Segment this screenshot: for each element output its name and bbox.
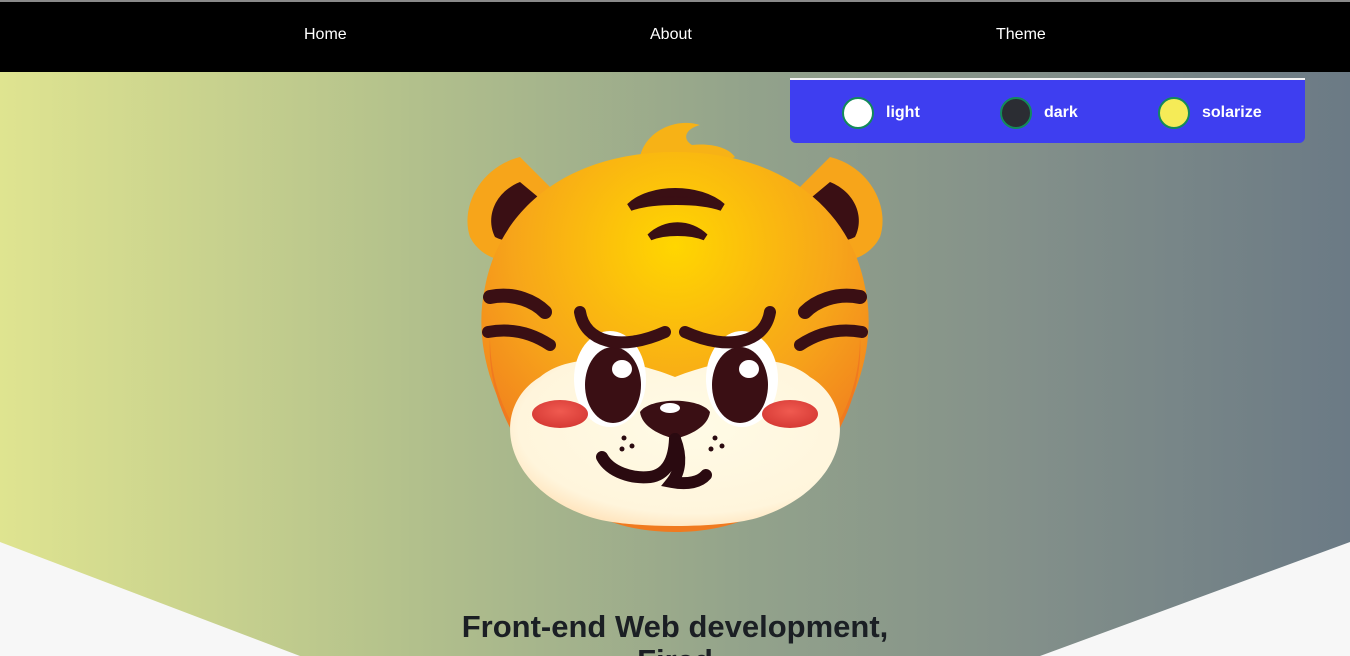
top-navbar: Home About Theme (0, 2, 1350, 72)
theme-option-label: light (886, 104, 920, 121)
hero-title-line2: Fired (0, 644, 1350, 656)
hero-section: Front-end Web development, Fired (0, 72, 1350, 656)
theme-dropdown-menu: light dark solarize (790, 78, 1305, 143)
hero-title-line1: Front-end Web development, (461, 609, 889, 644)
theme-option-label: solarize (1202, 104, 1262, 121)
nav-home-link[interactable]: Home (304, 26, 347, 44)
dark-swatch-icon (1000, 97, 1032, 129)
hero-title: Front-end Web development, Fired (0, 610, 1350, 656)
solarize-swatch-icon (1158, 97, 1190, 129)
nav-about-link[interactable]: About (650, 26, 692, 44)
light-swatch-icon (842, 97, 874, 129)
theme-option-dark[interactable]: dark (1000, 96, 1078, 130)
theme-option-light[interactable]: light (842, 96, 920, 130)
theme-option-label: dark (1044, 104, 1078, 121)
theme-option-solarize[interactable]: solarize (1158, 96, 1262, 130)
tiger-face-icon (467, 122, 883, 532)
nav-theme-link[interactable]: Theme (996, 26, 1046, 44)
